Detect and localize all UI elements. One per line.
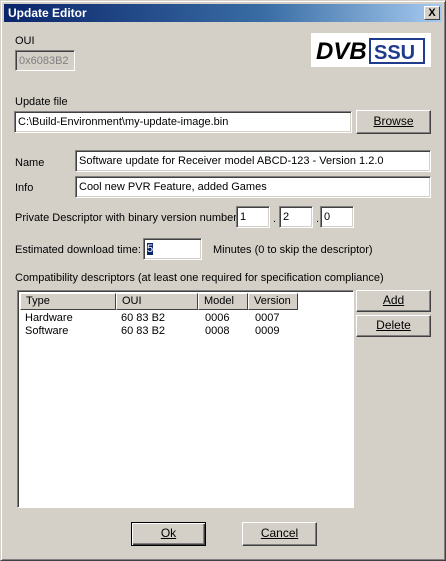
info-input[interactable]: Cool new PVR Feature, added Games: [75, 176, 431, 198]
version-minor-input[interactable]: 2: [279, 206, 313, 228]
cancel-button-label: Cancel: [260, 526, 299, 540]
row-type: Software: [25, 325, 69, 337]
col-header-type[interactable]: Type: [20, 293, 116, 310]
logo-dvb-text: DVB: [316, 38, 367, 65]
row-oui: 60 83 B2: [121, 312, 166, 324]
dvb-ssu-logo-graphic: DVB SSU: [316, 38, 425, 65]
oui-field: 0x6083B2: [15, 50, 75, 71]
ok-button[interactable]: Ok: [131, 522, 206, 546]
update-file-input[interactable]: C:\Build-Environment\my-update-image.bin: [14, 111, 352, 133]
compat-list[interactable]: Type OUI Model Version Hardware 60 83 B2…: [17, 290, 354, 508]
name-input[interactable]: Software update for Receiver model ABCD-…: [75, 150, 431, 172]
row-model: 0006: [205, 312, 230, 324]
add-button-label: Add: [382, 293, 405, 307]
compat-label: Compatibility descriptors (at least one …: [15, 272, 384, 284]
oui-label: OUI: [15, 35, 35, 47]
col-header-version[interactable]: Version: [248, 293, 298, 310]
logo-ssu-text: SSU: [374, 42, 415, 64]
col-header-oui[interactable]: OUI: [116, 293, 198, 310]
row-oui: 60 83 B2: [121, 325, 166, 337]
cancel-button[interactable]: Cancel: [242, 522, 317, 546]
version-separator-2: .: [316, 213, 320, 225]
download-time-input[interactable]: 5: [143, 238, 202, 260]
info-label: Info: [15, 182, 34, 194]
version-patch-input[interactable]: 0: [320, 206, 354, 228]
row-version: 0007: [255, 312, 280, 324]
browse-button-label: Browse: [373, 114, 414, 128]
delete-button-label: Delete: [376, 318, 411, 332]
version-major-input[interactable]: 1: [236, 206, 270, 228]
close-button[interactable]: X: [424, 6, 440, 20]
row-model: 0008: [205, 325, 230, 337]
update-file-label: Update file: [15, 96, 68, 108]
title-bar[interactable]: Update Editor X: [4, 4, 442, 22]
download-time-hint: Minutes (0 to skip the descriptor): [213, 244, 373, 256]
ok-button-label: Ok: [160, 526, 177, 540]
row-version: 0009: [255, 325, 280, 337]
col-header-model[interactable]: Model: [198, 293, 248, 310]
add-button[interactable]: Add: [356, 290, 431, 312]
version-separator-1: .: [273, 213, 277, 225]
row-type: Hardware: [25, 312, 73, 324]
browse-button[interactable]: Browse: [356, 110, 431, 134]
private-descriptor-label: Private Descriptor with binary version n…: [15, 212, 240, 224]
name-label: Name: [15, 157, 45, 169]
download-time-value: 5: [147, 243, 154, 255]
download-time-label: Estimated download time:: [15, 244, 141, 256]
window-title: Update Editor: [8, 6, 87, 20]
delete-button[interactable]: Delete: [356, 315, 431, 337]
dvb-ssu-logo: DVB SSU: [311, 33, 431, 67]
